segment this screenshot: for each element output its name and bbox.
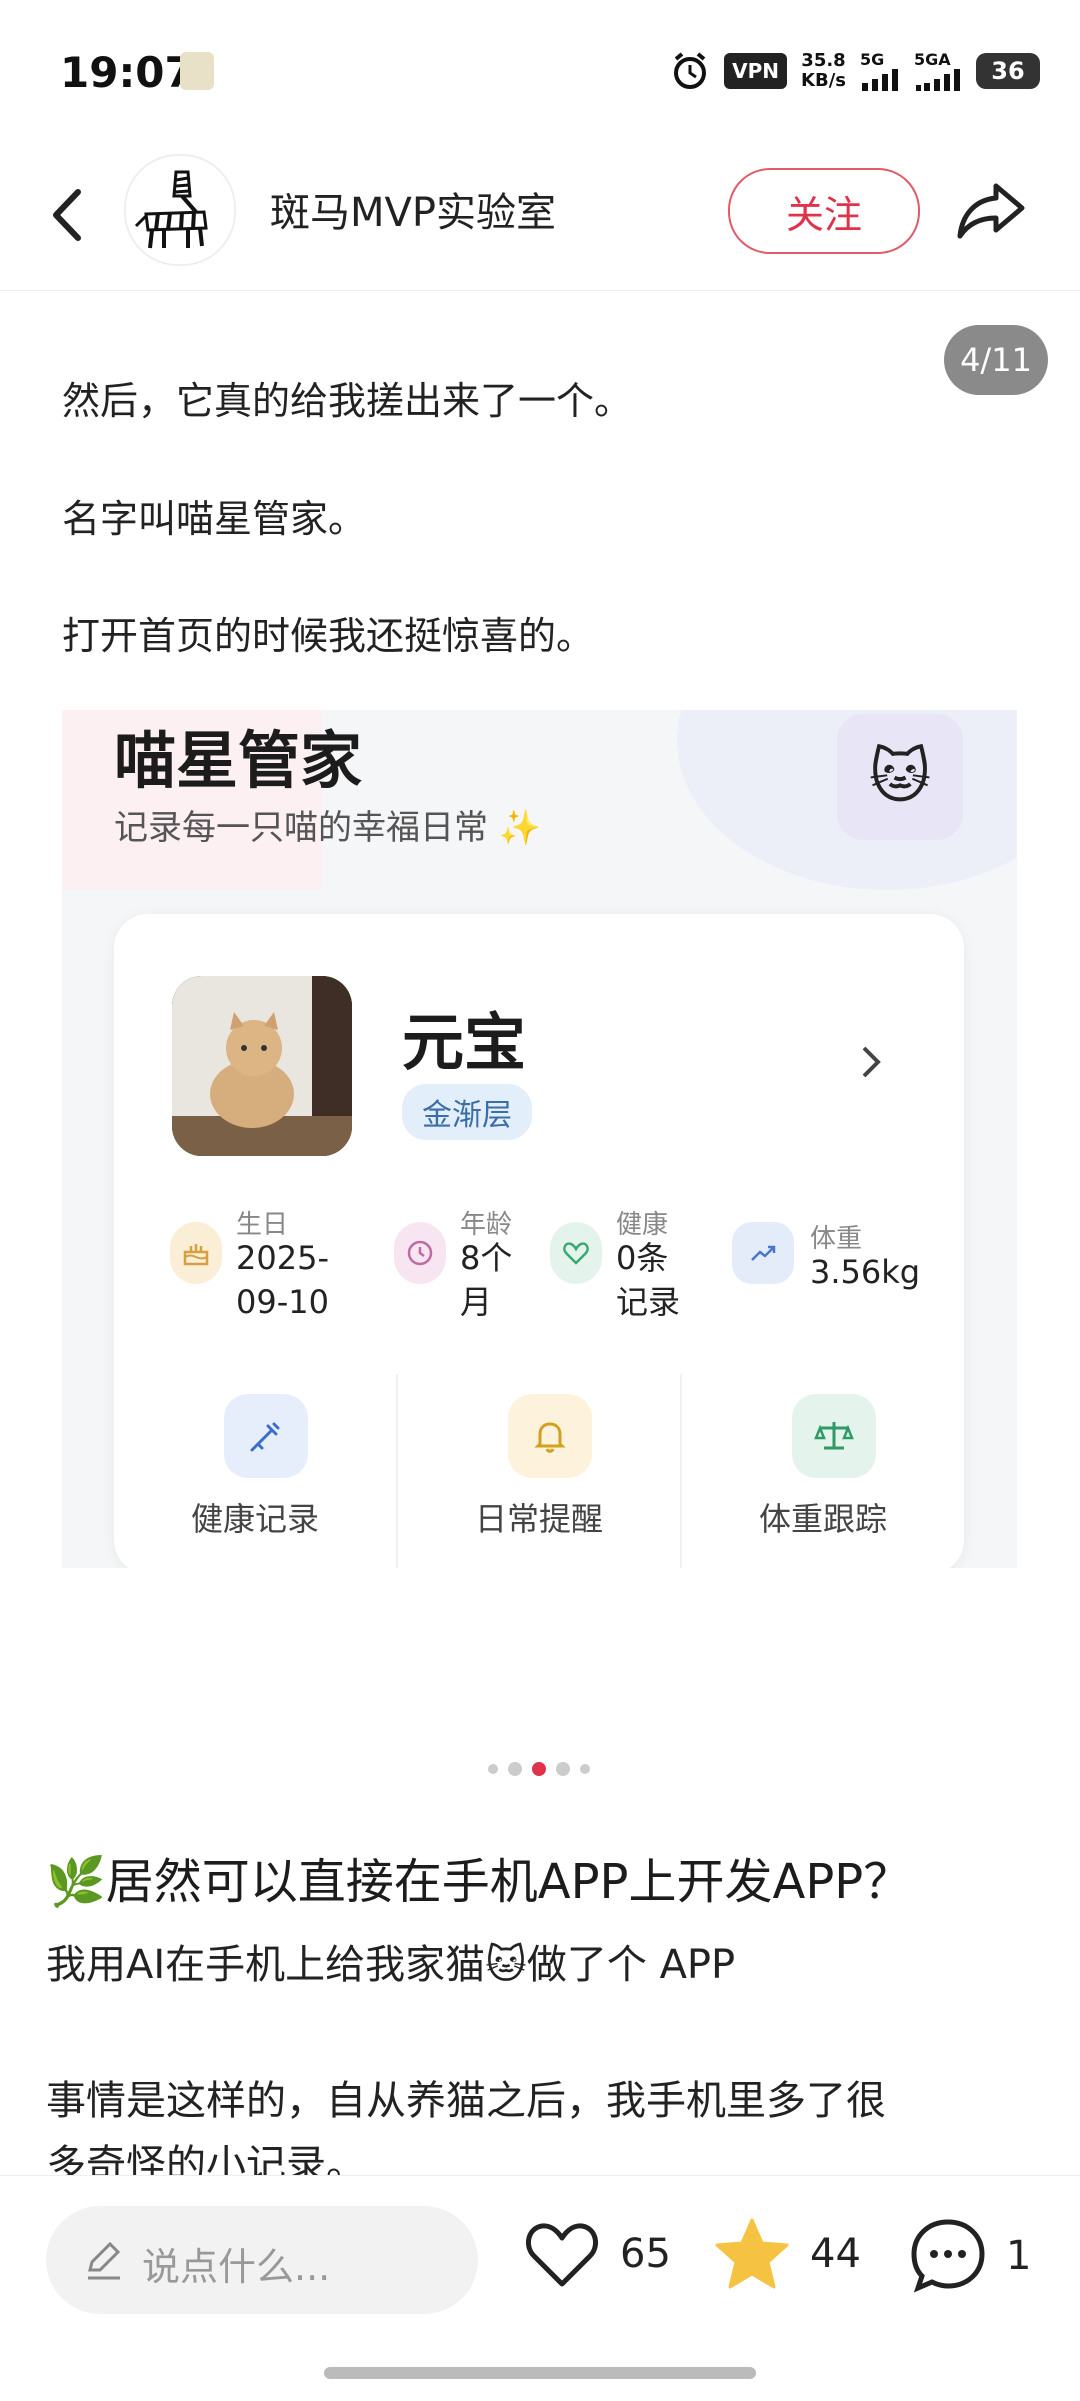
battery-icon: 36 [976, 52, 1040, 89]
comment-count: 1 [1006, 2233, 1032, 2279]
heart-icon [525, 2223, 599, 2287]
carousel-dot[interactable] [488, 1764, 498, 1774]
comment-input[interactable]: 说点什么... [46, 2206, 478, 2314]
action-daily-reminder: 日常提醒 [398, 1394, 680, 1544]
pen-icon [88, 2241, 121, 2280]
back-arrow-icon[interactable] [40, 180, 100, 250]
post-body-line: 事情是这样的，自从养猫之后，我手机里多了很 [46, 2078, 886, 2124]
cat-photo-illustration [172, 976, 352, 1156]
carousel-dot-active[interactable] [532, 1762, 546, 1776]
status-right: VPN 35.8 KB/s 5G 5GA 36 [670, 50, 1040, 91]
author-avatar[interactable] [124, 154, 236, 266]
post-header: 斑马MVP实验室 关注 [0, 140, 1080, 291]
paragraph: 打开首页的时候我还挺惊喜的。 [62, 614, 595, 658]
comment-placeholder: 说点什么... [142, 2245, 331, 2289]
alarm-icon [674, 51, 707, 89]
favorite-count: 44 [810, 2231, 861, 2277]
pet-profile-card: 元宝 金渐层 生日 2025- 09-10 年龄 8个 月 健康 0条 记录 体… [114, 914, 964, 1568]
action-weight-tracking: 体重跟踪 [682, 1394, 964, 1544]
app-title: 喵星管家 [114, 724, 363, 797]
network-speed: 35.8 KB/s [801, 49, 846, 91]
paragraph: 然后，它真的给我搓出来了一个。 [62, 379, 633, 423]
cat-face-icon: 🐱 [837, 714, 963, 840]
app-tagline: 记录每一只喵的幸福日常 ✨ [114, 808, 542, 848]
carousel-dot[interactable] [556, 1762, 570, 1776]
author-name[interactable]: 斑马MVP实验室 [270, 180, 556, 238]
status-time: 19:07 [60, 48, 194, 97]
share-icon[interactable] [952, 170, 1032, 250]
scale-icon [792, 1394, 876, 1478]
status-bar: 19:07 VPN 35.8 KB/s 5G 5GA 36 [0, 0, 1080, 140]
like-button[interactable]: 65 [522, 2216, 671, 2292]
post-title: 🌿居然可以直接在手机APP上开发APP？ [46, 1854, 912, 1910]
bell-icon [508, 1394, 592, 1478]
bottom-action-bar: 说点什么... 65 44 1 [0, 2175, 1080, 2401]
follow-button[interactable]: 关注 [728, 168, 920, 254]
comment-button[interactable]: 1 [908, 2216, 1031, 2296]
pet-name: 元宝 [402, 1006, 527, 1079]
star-icon [715, 2218, 789, 2289]
syringe-icon [224, 1394, 308, 1478]
notification-icon [180, 52, 214, 90]
chevron-right-icon [862, 1046, 881, 1078]
carousel-dot[interactable] [580, 1764, 590, 1774]
home-indicator[interactable] [324, 2367, 756, 2379]
zebra-avatar-icon [126, 156, 234, 264]
cake-icon [170, 1222, 222, 1284]
favorite-button[interactable]: 44 [712, 2216, 861, 2292]
app-screenshot-image[interactable]: 喵星管家 记录每一只喵的幸福日常 ✨ 🐱 元宝 金渐层 生日 2025- 09-… [62, 710, 1017, 1568]
post-body-line: 我用AI在手机上给我家猫🐱做了个 APP [46, 1942, 736, 1988]
signal-1: 5G [860, 50, 900, 91]
clock-icon [394, 1222, 446, 1284]
signal-bars-icon [862, 69, 898, 91]
like-count: 65 [620, 2231, 671, 2277]
paragraph: 名字叫喵星管家。 [62, 497, 367, 541]
image-counter: 4/11 [944, 325, 1048, 395]
carousel-dots [488, 1762, 590, 1776]
signal-bars-icon [916, 69, 960, 91]
carousel-dot[interactable] [508, 1762, 522, 1776]
pet-photo [172, 976, 352, 1156]
chat-bubble-icon [911, 2219, 985, 2293]
heart-icon [550, 1222, 602, 1284]
breed-tag: 金渐层 [402, 1084, 532, 1140]
vpn-badge: VPN [724, 52, 788, 89]
signal-2: 5GA [914, 50, 962, 91]
trend-icon [732, 1222, 794, 1284]
action-health-record: 健康记录 [114, 1394, 396, 1544]
